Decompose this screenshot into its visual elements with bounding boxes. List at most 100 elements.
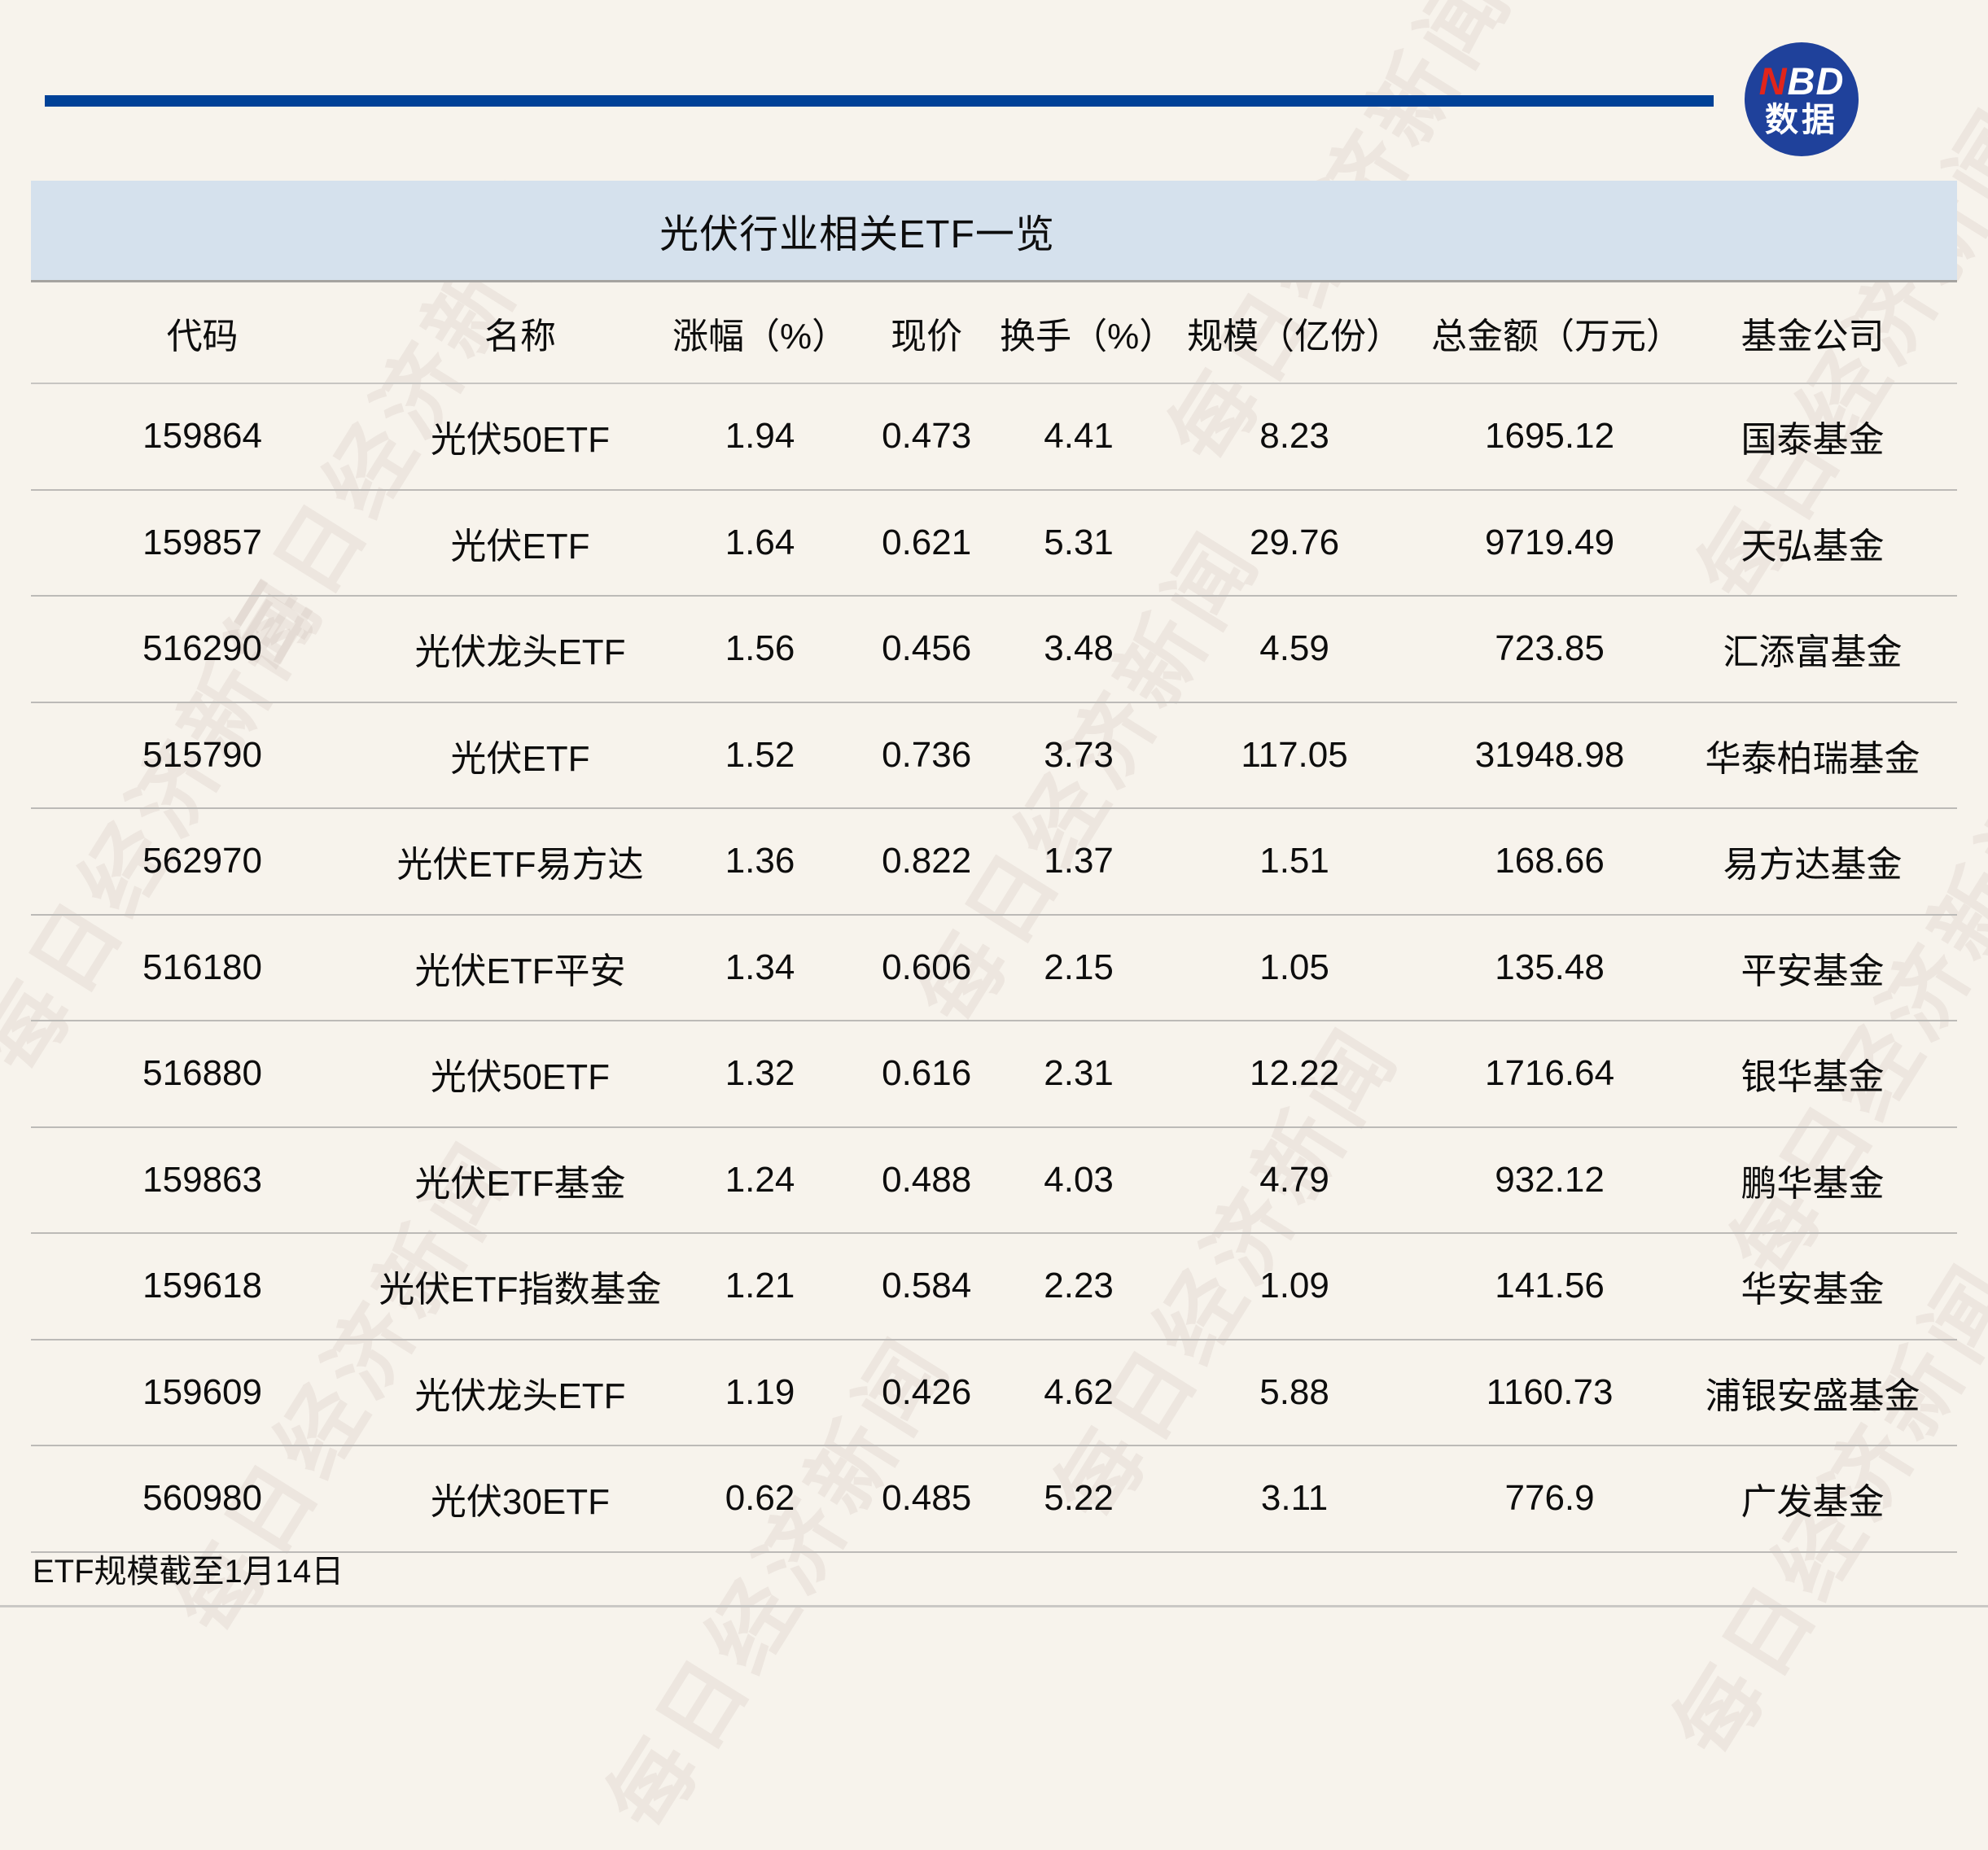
cell-name: 光伏ETF: [374, 517, 667, 569]
page-title: 光伏行业相关ETF一览: [659, 202, 1055, 259]
cell-change-pct: 1.94: [667, 416, 854, 457]
cell-price: 0.488: [853, 1160, 1000, 1201]
cell-name: 光伏龙头ETF: [374, 1367, 667, 1419]
cell-price: 0.736: [853, 735, 1000, 776]
cell-name: 光伏ETF平安: [374, 942, 667, 994]
table-row: 159609光伏龙头ETF1.190.4264.625.881160.73浦银安…: [31, 1340, 1957, 1447]
cell-turnover-pct: 3.73: [1000, 735, 1158, 776]
cell-code: 516180: [31, 947, 374, 988]
cell-scale: 29.76: [1158, 523, 1431, 563]
cell-name: 光伏ETF: [374, 729, 667, 781]
bottom-rule-line: [0, 1605, 1988, 1607]
table-row: 516880光伏50ETF1.320.6162.3112.221716.64银华…: [31, 1021, 1957, 1128]
cell-change-pct: 1.24: [667, 1160, 854, 1201]
table-row: 159618光伏ETF指数基金1.210.5842.231.09141.56华安…: [31, 1234, 1957, 1340]
cell-name: 光伏ETF易方达: [374, 835, 667, 887]
table-row: 159863光伏ETF基金1.240.4884.034.79932.12鹏华基金: [31, 1128, 1957, 1235]
table-row: 515790光伏ETF1.520.7363.73117.0531948.98华泰…: [31, 703, 1957, 810]
cell-code: 562970: [31, 841, 374, 881]
cell-amount: 776.9: [1431, 1478, 1668, 1519]
cell-turnover-pct: 2.31: [1000, 1053, 1158, 1094]
cell-change-pct: 1.36: [667, 841, 854, 881]
cell-amount: 135.48: [1431, 947, 1668, 988]
col-header-price: 现价: [853, 307, 1000, 359]
cell-company: 汇添富基金: [1668, 623, 1957, 675]
cell-amount: 932.12: [1431, 1160, 1668, 1201]
cell-amount: 1695.12: [1431, 416, 1668, 457]
footnote: ETF规模截至1月14日: [33, 1545, 344, 1592]
table-header-row: 代码 名称 涨幅（%） 现价 换手（%） 规模（亿份） 总金额（万元） 基金公司: [31, 280, 1957, 384]
cell-change-pct: 1.34: [667, 947, 854, 988]
cell-name: 光伏龙头ETF: [374, 623, 667, 675]
nbd-logo: NBD 数据: [1745, 42, 1859, 156]
cell-code: 515790: [31, 735, 374, 776]
cell-change-pct: 1.19: [667, 1372, 854, 1413]
cell-turnover-pct: 2.15: [1000, 947, 1158, 988]
cell-amount: 723.85: [1431, 628, 1668, 669]
cell-name: 光伏30ETF: [374, 1472, 667, 1524]
cell-company: 华泰柏瑞基金: [1668, 729, 1957, 781]
cell-scale: 1.09: [1158, 1266, 1431, 1306]
cell-change-pct: 0.62: [667, 1478, 854, 1519]
cell-amount: 168.66: [1431, 841, 1668, 881]
cell-turnover-pct: 2.23: [1000, 1266, 1158, 1306]
cell-price: 0.616: [853, 1053, 1000, 1094]
col-header-name: 名称: [374, 307, 667, 359]
cell-company: 易方达基金: [1668, 835, 1957, 887]
cell-name: 光伏ETF指数基金: [374, 1260, 667, 1312]
cell-code: 159864: [31, 416, 374, 457]
cell-amount: 141.56: [1431, 1266, 1668, 1306]
cell-name: 光伏ETF基金: [374, 1154, 667, 1206]
cell-company: 鹏华基金: [1668, 1154, 1957, 1206]
cell-price: 0.456: [853, 628, 1000, 669]
cell-turnover-pct: 4.62: [1000, 1372, 1158, 1413]
cell-company: 国泰基金: [1668, 410, 1957, 462]
col-header-scale: 规模（亿份）: [1158, 307, 1431, 359]
cell-turnover-pct: 4.41: [1000, 416, 1158, 457]
cell-name: 光伏50ETF: [374, 1047, 667, 1100]
cell-scale: 1.51: [1158, 841, 1431, 881]
cell-company: 华安基金: [1668, 1260, 1957, 1312]
cell-name: 光伏50ETF: [374, 410, 667, 462]
cell-code: 159857: [31, 523, 374, 563]
cell-price: 0.606: [853, 947, 1000, 988]
cell-turnover-pct: 1.37: [1000, 841, 1158, 881]
cell-amount: 31948.98: [1431, 735, 1668, 776]
table-row: 516290光伏龙头ETF1.560.4563.484.59723.85汇添富基…: [31, 597, 1957, 703]
cell-scale: 3.11: [1158, 1478, 1431, 1519]
cell-change-pct: 1.21: [667, 1266, 854, 1306]
cell-turnover-pct: 3.48: [1000, 628, 1158, 669]
cell-price: 0.473: [853, 416, 1000, 457]
cell-turnover-pct: 4.03: [1000, 1160, 1158, 1201]
cell-company: 平安基金: [1668, 942, 1957, 994]
table-row: 159857光伏ETF1.640.6215.3129.769719.49天弘基金: [31, 491, 1957, 597]
table-row: 560980光伏30ETF0.620.4855.223.11776.9广发基金: [31, 1446, 1957, 1553]
cell-price: 0.584: [853, 1266, 1000, 1306]
etf-table: 代码 名称 涨幅（%） 现价 换手（%） 规模（亿份） 总金额（万元） 基金公司…: [31, 280, 1957, 1553]
col-header-change-pct: 涨幅（%）: [667, 307, 854, 359]
table-title-bar: 光伏行业相关ETF一览: [31, 181, 1957, 280]
cell-scale: 4.59: [1158, 628, 1431, 669]
cell-scale: 117.05: [1158, 735, 1431, 776]
nbd-logo-n: N: [1759, 59, 1788, 103]
table-row: 516180光伏ETF平安1.340.6062.151.05135.48平安基金: [31, 916, 1957, 1022]
col-header-turnover-pct: 换手（%）: [1000, 307, 1158, 359]
col-header-amount: 总金额（万元）: [1431, 307, 1668, 359]
cell-code: 560980: [31, 1478, 374, 1519]
cell-turnover-pct: 5.31: [1000, 523, 1158, 563]
cell-company: 银华基金: [1668, 1047, 1957, 1100]
cell-code: 516880: [31, 1053, 374, 1094]
cell-price: 0.426: [853, 1372, 1000, 1413]
col-header-code: 代码: [31, 307, 374, 359]
cell-price: 0.485: [853, 1478, 1000, 1519]
cell-change-pct: 1.64: [667, 523, 854, 563]
cell-amount: 1716.64: [1431, 1053, 1668, 1094]
cell-amount: 9719.49: [1431, 523, 1668, 563]
cell-amount: 1160.73: [1431, 1372, 1668, 1413]
cell-price: 0.822: [853, 841, 1000, 881]
cell-code: 159863: [31, 1160, 374, 1201]
cell-company: 广发基金: [1668, 1472, 1957, 1524]
cell-scale: 5.88: [1158, 1372, 1431, 1413]
cell-price: 0.621: [853, 523, 1000, 563]
cell-company: 天弘基金: [1668, 517, 1957, 569]
